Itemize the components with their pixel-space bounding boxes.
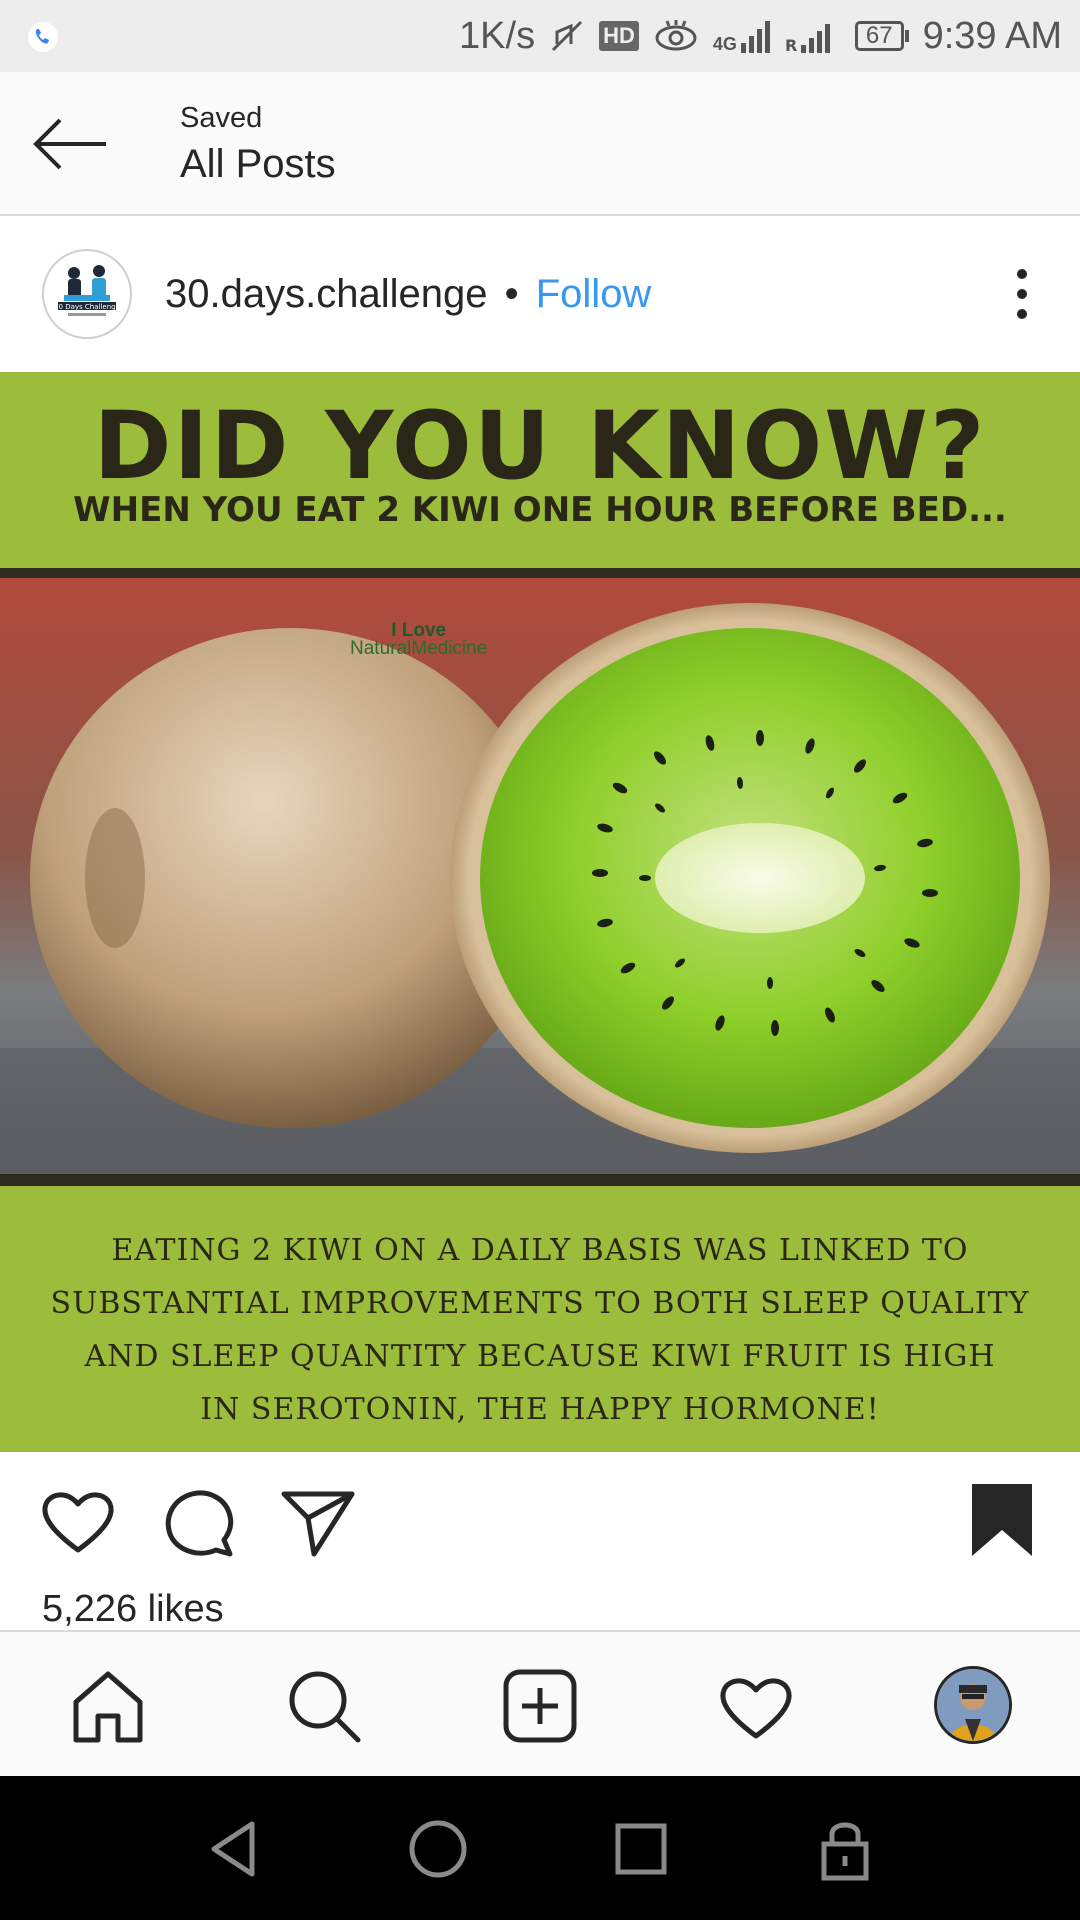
battery-icon: 67 (854, 21, 909, 51)
image-headline: DID YOU KNOW? (93, 392, 987, 501)
new-post-icon[interactable] (500, 1666, 580, 1746)
post-image[interactable]: DID YOU KNOW? WHEN YOU EAT 2 KIWI ONE HO… (0, 372, 1080, 1452)
header-subtitle: Saved (180, 102, 263, 134)
post-action-bar (0, 1452, 1080, 1582)
avatar-label: 30 Days Challenge (54, 303, 120, 311)
phone-call-icon (28, 22, 58, 52)
network-4g-label: 4G (712, 34, 737, 54)
profile-avatar[interactable] (934, 1666, 1012, 1744)
status-indicators: 1K/s HD 4G R 67 9:39 AM (459, 0, 1062, 72)
more-options-icon[interactable] (1004, 264, 1040, 324)
system-recents-icon[interactable] (606, 1814, 676, 1884)
image-caption: EATING 2 KIWI ON A DAILY BASIS WAS LINKE… (40, 1224, 1040, 1436)
lock-icon[interactable] (810, 1814, 880, 1884)
system-home-icon[interactable] (403, 1814, 473, 1884)
user-avatar[interactable]: 30 Days Challenge (42, 249, 132, 339)
kiwi-photo: I Love NaturalMedicine (0, 568, 1080, 1186)
like-heart-icon[interactable] (38, 1482, 118, 1562)
post-author-row: 30.days.challenge • Follow (165, 272, 651, 317)
search-icon[interactable] (284, 1666, 364, 1746)
watermark-line2: NaturalMedicine (350, 638, 488, 659)
post-header: 30 Days Challenge 30.days.challenge • Fo… (0, 216, 1080, 372)
status-bar: 1K/s HD 4G R 67 9:39 AM (0, 0, 1080, 72)
mute-icon (552, 20, 583, 52)
caption-line: EATING 2 KIWI ON A DAILY BASIS WAS LINKE… (111, 1233, 969, 1268)
clock: 9:39 AM (922, 14, 1062, 57)
signal-icon-2: R (785, 24, 830, 53)
battery-level: 67 (854, 21, 904, 51)
challenge-logo-icon: 30 Days Challenge (45, 252, 129, 336)
back-arrow-icon[interactable] (30, 112, 110, 176)
comment-icon[interactable] (158, 1482, 238, 1562)
caption-line: IN SEROTONIN, THE HAPPY HORMONE! (200, 1392, 880, 1427)
kiwi-illustration (0, 578, 1080, 1174)
post-username[interactable]: 30.days.challenge (165, 272, 487, 316)
image-subheadline: WHEN YOU EAT 2 KIWI ONE HOUR BEFORE BED.… (73, 490, 1007, 530)
network-type: 4G (713, 19, 771, 53)
image-watermark: I Love NaturalMedicine (350, 621, 488, 659)
image-bottom-banner: EATING 2 KIWI ON A DAILY BASIS WAS LINKE… (0, 1198, 1080, 1452)
follow-button[interactable]: Follow (536, 272, 652, 316)
image-top-banner: DID YOU KNOW? WHEN YOU EAT 2 KIWI ONE HO… (0, 372, 1080, 564)
likes-count[interactable]: 5,226 likes (42, 1588, 224, 1631)
bottom-navigation (0, 1630, 1080, 1776)
page-title: All Posts (180, 142, 336, 186)
eye-icon (655, 20, 697, 51)
bookmark-icon[interactable] (962, 1482, 1042, 1562)
caption-line: SUBSTANTIAL IMPROVEMENTS TO BOTH SLEEP Q… (50, 1286, 1030, 1321)
home-icon[interactable] (68, 1666, 148, 1746)
share-icon[interactable] (278, 1482, 358, 1562)
system-back-icon[interactable] (200, 1814, 270, 1884)
separator-dot: • (504, 272, 519, 316)
caption-line: AND SLEEP QUANTITY BECAUSE KIWI FRUIT IS… (84, 1339, 996, 1374)
activity-heart-icon[interactable] (716, 1666, 796, 1746)
app-header: Saved All Posts (0, 72, 1080, 216)
system-navigation-bar (0, 1776, 1080, 1920)
net-speed: 1K/s (459, 14, 536, 57)
hd-badge: HD (599, 21, 639, 51)
profile-photo-icon (937, 1669, 1009, 1741)
signal-icon-1 (740, 21, 770, 53)
svg-text:R: R (785, 36, 797, 53)
